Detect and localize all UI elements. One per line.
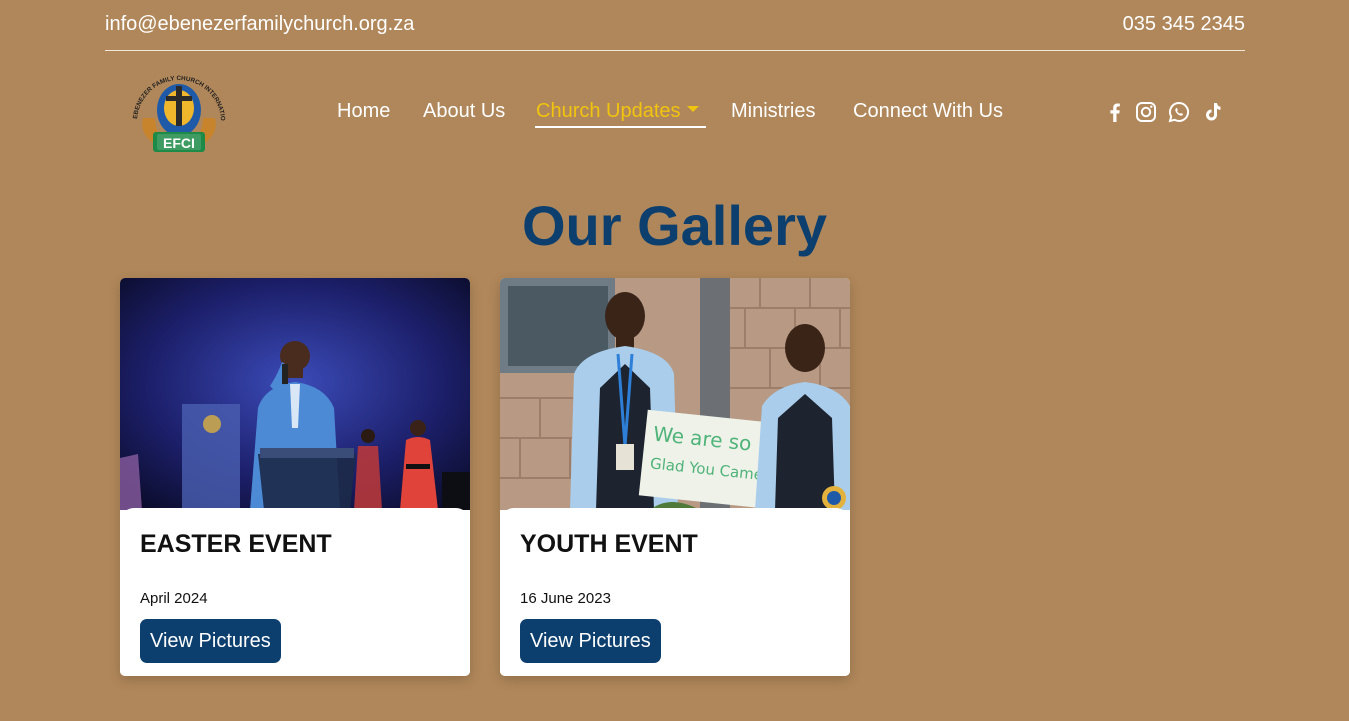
facebook-icon[interactable] xyxy=(1103,100,1127,124)
contact-phone[interactable]: 035 345 2345 xyxy=(1123,13,1245,36)
church-logo-image: EBENEZER FAMILY CHURCH INTERNATIONAL EFC… xyxy=(113,55,226,152)
contact-email[interactable]: info@ebenezerfamilychurch.org.za xyxy=(105,13,414,36)
tiktok-icon[interactable] xyxy=(1200,100,1224,124)
nav-church-updates[interactable]: Church Updates xyxy=(536,100,699,123)
nav-church-updates-label: Church Updates xyxy=(536,100,681,122)
instagram-icon[interactable] xyxy=(1134,100,1158,124)
card-date: April 2024 xyxy=(140,590,208,607)
nav-home[interactable]: Home xyxy=(337,100,390,123)
nav-connect-with-us[interactable]: Connect With Us xyxy=(853,100,1003,123)
gallery-card-easter: EASTER EVENT April 2024 View Pictures xyxy=(120,278,470,676)
nav-about-us[interactable]: About Us xyxy=(423,100,505,123)
card-body: YOUTH EVENT 16 June 2023 View Pictures xyxy=(500,508,850,676)
card-body: EASTER EVENT April 2024 View Pictures xyxy=(120,508,470,676)
logo-badge-text: EFCI xyxy=(163,135,195,151)
gallery-card-youth: We are so Glad You Came YOUTH EVENT 16 J… xyxy=(500,278,850,676)
gallery-title: Our Gallery xyxy=(521,194,828,257)
view-pictures-button[interactable]: View Pictures xyxy=(140,619,281,663)
easter-event-photo[interactable] xyxy=(120,278,470,510)
chevron-down-icon xyxy=(686,105,699,112)
card-date: 16 June 2023 xyxy=(520,590,611,607)
card-title: YOUTH EVENT xyxy=(520,530,698,558)
nav-active-underline xyxy=(535,126,706,128)
view-pictures-button[interactable]: View Pictures xyxy=(520,619,661,663)
top-contact-bar: info@ebenezerfamilychurch.org.za 035 345… xyxy=(105,0,1245,51)
nav-ministries[interactable]: Ministries xyxy=(731,100,815,123)
youth-event-photo[interactable]: We are so Glad You Came xyxy=(500,278,850,510)
whatsapp-icon[interactable] xyxy=(1167,100,1191,124)
church-logo[interactable]: EBENEZER FAMILY CHURCH INTERNATIONAL EFC… xyxy=(113,55,240,162)
card-title: EASTER EVENT xyxy=(140,530,332,558)
